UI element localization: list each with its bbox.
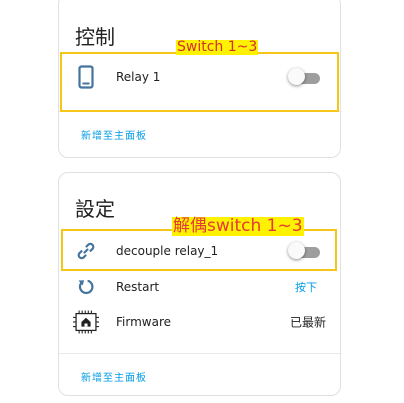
- firmware-label: Firmware: [116, 315, 171, 329]
- decouple-relay-1-toggle[interactable]: [288, 242, 322, 260]
- page: 控制 Relay 1 新增至主面板 設定 decouple relay_1 Re…: [0, 0, 404, 403]
- entity-row-firmware: Firmware 已最新: [59, 304, 342, 340]
- restart-icon: [73, 274, 99, 300]
- entity-row-decouple-relay-1[interactable]: decouple relay_1: [59, 233, 342, 269]
- switch-annotation-label: Switch 1~3: [176, 39, 259, 56]
- entity-row-restart[interactable]: Restart 按下: [59, 269, 342, 305]
- decouple-annotation-label: 解偶switch 1~3: [172, 216, 304, 236]
- phone-icon: [73, 64, 99, 90]
- relay-1-label: Relay 1: [116, 70, 161, 84]
- decouple-relay-1-label: decouple relay_1: [116, 244, 219, 258]
- toggle-thumb: [288, 242, 305, 259]
- control-card: 控制 Relay 1 新增至主面板: [58, 0, 342, 158]
- relay-1-toggle[interactable]: [288, 68, 322, 86]
- card-divider: [59, 353, 342, 354]
- link-icon: [73, 238, 99, 264]
- toggle-thumb: [288, 68, 305, 85]
- firmware-status: 已最新: [289, 315, 326, 330]
- settings-card: 設定 decouple relay_1 Restart 按下 Firmware …: [58, 172, 342, 396]
- press-button[interactable]: 按下: [295, 279, 317, 295]
- card-divider: [59, 111, 342, 112]
- card-title-settings: 設定: [75, 197, 115, 221]
- restart-label: Restart: [116, 280, 160, 294]
- chip-icon: [73, 309, 99, 335]
- add-to-dashboard-link-control[interactable]: 新增至主面板: [81, 127, 147, 142]
- entity-row-relay-1[interactable]: Relay 1: [59, 59, 342, 95]
- card-title-control: 控制: [75, 25, 115, 49]
- add-to-dashboard-link-settings[interactable]: 新增至主面板: [81, 369, 147, 384]
